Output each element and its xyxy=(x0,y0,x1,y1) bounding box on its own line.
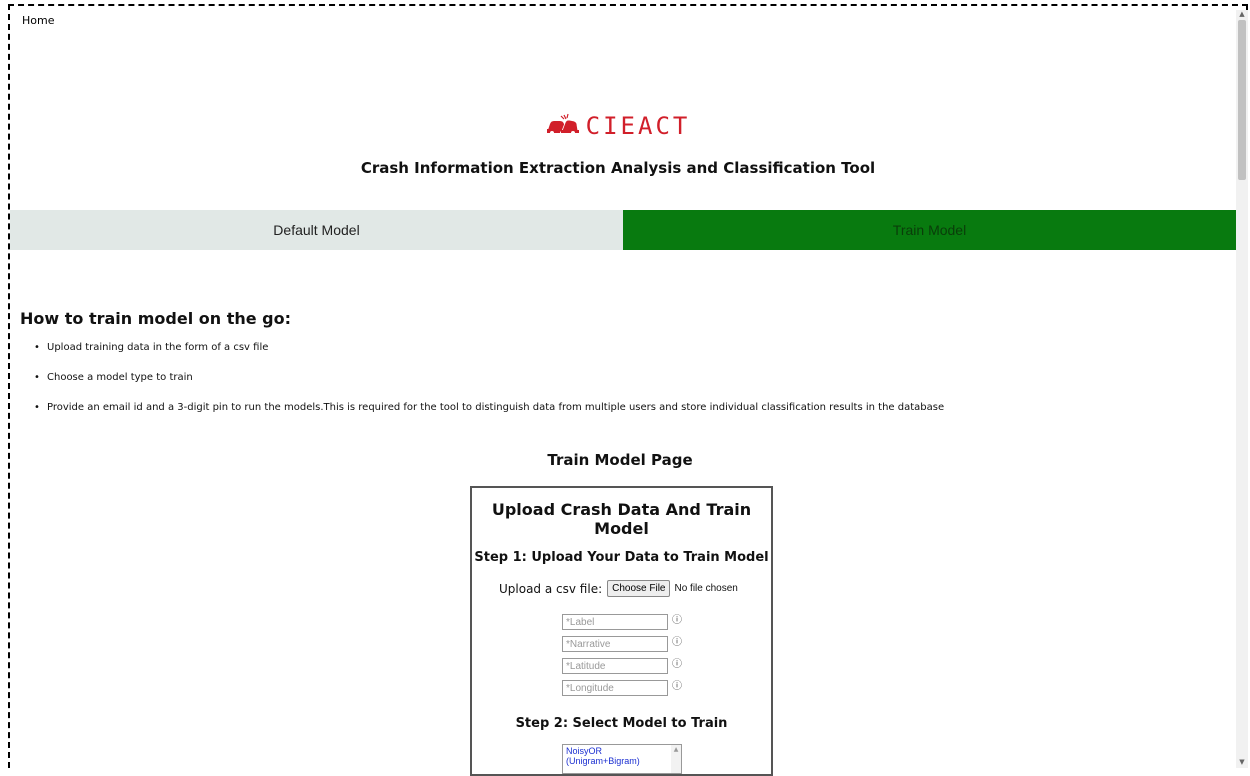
model-select[interactable]: NoisyOR (Unigram+Bigram) ▲ xyxy=(562,744,682,774)
longitude-field[interactable] xyxy=(562,680,668,696)
info-icon[interactable]: ⓘ xyxy=(672,611,682,626)
latitude-field[interactable] xyxy=(562,658,668,674)
train-page-title: Train Model Page xyxy=(547,451,693,469)
scroll-thumb[interactable] xyxy=(1238,20,1246,180)
step1-title: Step 1: Upload Your Data to Train Model xyxy=(474,550,769,565)
page-scrollbar[interactable]: ▲ ▼ xyxy=(1236,10,1248,768)
longitude-field-row: ⓘ xyxy=(562,680,682,696)
logo-text: CIEACT xyxy=(585,112,691,140)
scroll-down-icon[interactable]: ▼ xyxy=(1236,758,1248,766)
tab-train-model[interactable]: Train Model xyxy=(623,210,1236,250)
info-icon[interactable]: ⓘ xyxy=(672,677,682,692)
panel-title: Upload Crash Data And Train Model xyxy=(491,500,752,538)
instructions-heading: How to train model on the go: xyxy=(20,309,292,328)
instructions-list: Upload training data in the form of a cs… xyxy=(34,340,944,430)
upload-row: Upload a csv file: Choose File No file c… xyxy=(499,580,738,597)
home-link[interactable]: Home xyxy=(22,14,54,27)
step2-title: Step 2: Select Model to Train xyxy=(515,716,728,731)
info-icon[interactable]: ⓘ xyxy=(672,633,682,648)
scroll-up-icon[interactable]: ▲ xyxy=(671,745,681,773)
narrative-field-row: ⓘ xyxy=(562,636,682,652)
upload-label: Upload a csv file: xyxy=(499,581,603,596)
label-field[interactable] xyxy=(562,614,668,630)
info-icon[interactable]: ⓘ xyxy=(672,655,682,670)
list-item: Provide an email id and a 3-digit pin to… xyxy=(34,400,944,416)
model-option[interactable]: NoisyOR (Unigram+Bigram) xyxy=(563,745,681,767)
brand-logo: CIEACT xyxy=(0,112,1236,140)
list-item: Choose a model type to train xyxy=(34,370,944,386)
tab-default-model[interactable]: Default Model xyxy=(10,210,623,250)
latitude-field-row: ⓘ xyxy=(562,658,682,674)
logo: CIEACT xyxy=(546,112,691,140)
choose-file-button[interactable]: Choose File xyxy=(607,580,671,597)
app-subtitle: Crash Information Extraction Analysis an… xyxy=(360,159,876,177)
train-panel: Upload Crash Data And Train Model Step 1… xyxy=(470,486,773,776)
list-item: Upload training data in the form of a cs… xyxy=(34,340,944,356)
crash-cars-icon xyxy=(546,112,580,140)
label-field-row: ⓘ xyxy=(562,614,682,630)
model-tabs: Default Model Train Model xyxy=(10,210,1236,250)
scroll-up-icon[interactable]: ▲ xyxy=(1236,10,1248,18)
narrative-field[interactable] xyxy=(562,636,668,652)
file-status: No file chosen xyxy=(674,583,738,594)
